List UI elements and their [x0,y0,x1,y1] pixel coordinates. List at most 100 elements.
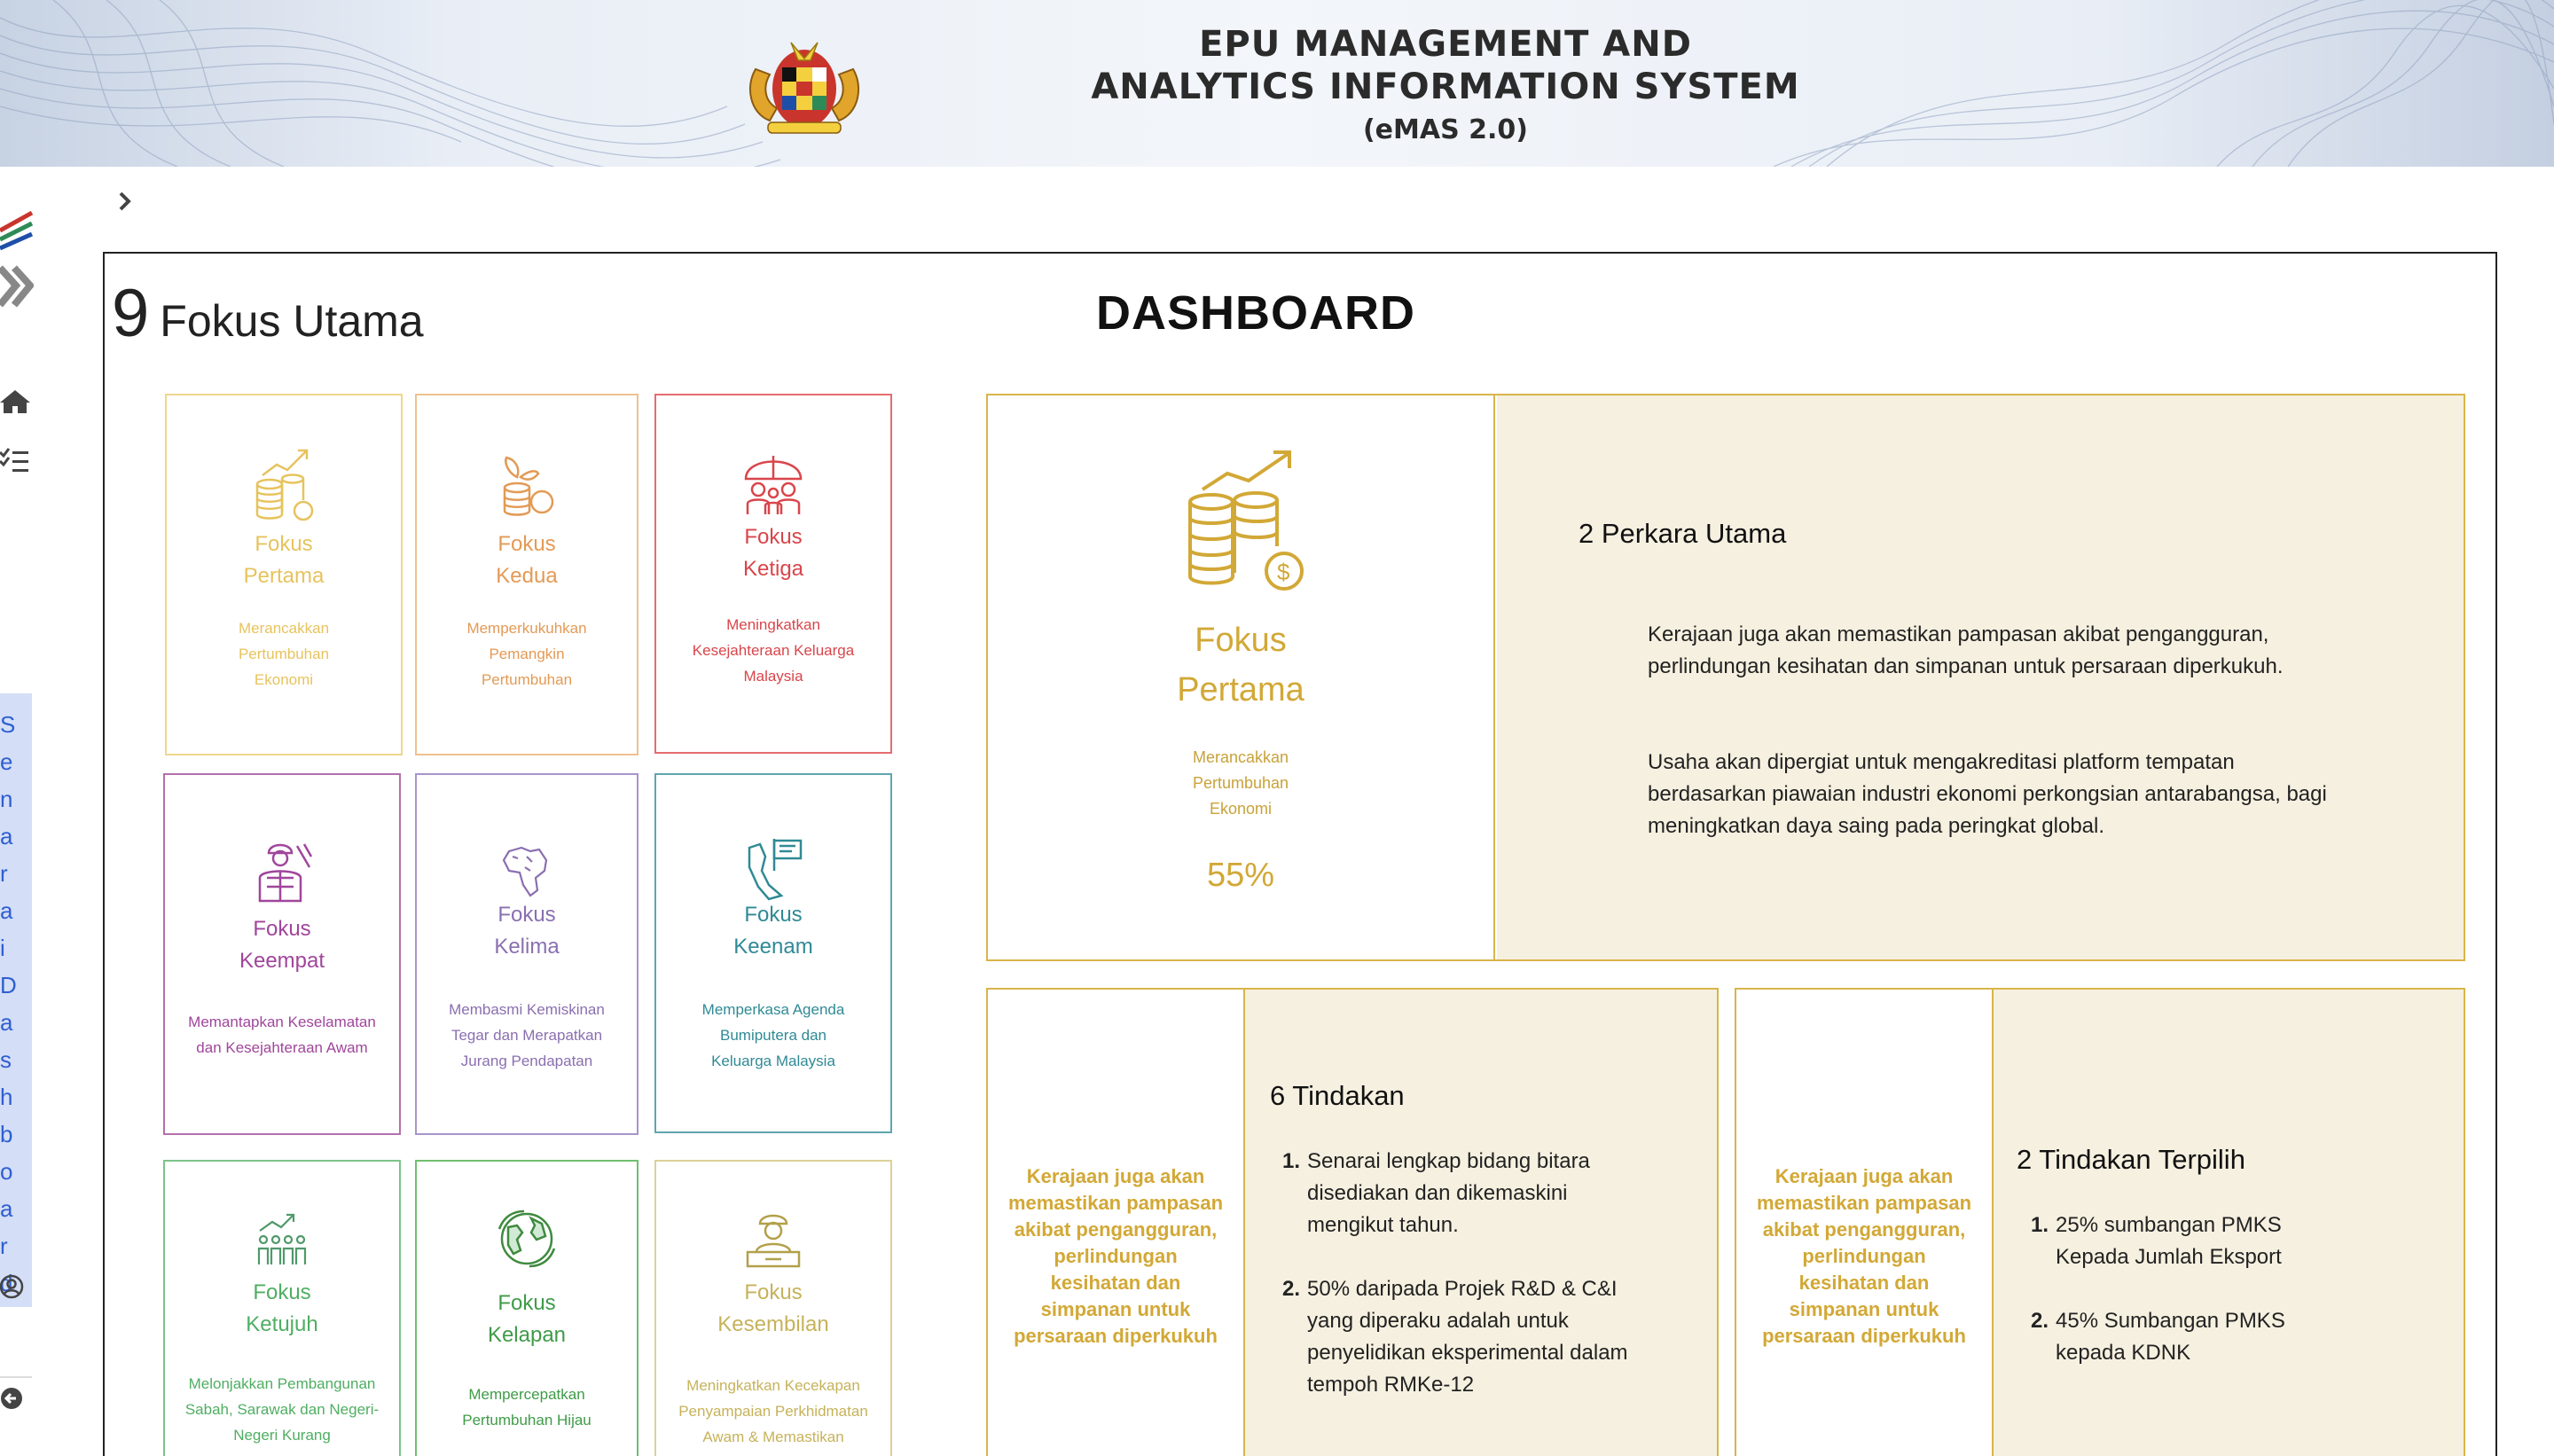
sidebar-vertical-char: h [0,1084,13,1110]
fokus-card-8-title: Fokus Kelapan [417,1288,637,1351]
malaysia-crest-logo [748,42,860,134]
fokus-card-7[interactable]: Fokus Ketujuh Melonjakkan Pembangunan Sa… [163,1160,401,1456]
fokus-card-1[interactable]: Fokus Pertama Merancakkan Pertumbuhan Ek… [165,394,403,755]
user-icon[interactable] [0,1273,27,1300]
fokus-card-8-desc: Mempercepatkan Pertumbuhan Hijau [462,1386,591,1429]
fokus-card-1-line2: Pertama [243,564,325,588]
tindakan-heading: 6 Tindakan [1270,1080,1405,1111]
list-item: 1. Senarai lengkap bidang bitara disediak… [1282,1146,1628,1241]
fokus-card-5-line2: Kelima [494,935,560,959]
fokus-card-5[interactable]: Fokus Kelima Membasmi Kemiskinan Tegar d… [415,773,638,1135]
sidebar-vertical-char: o [0,1158,13,1185]
header-banner: EPU MANAGEMENT AND ANALYTICS INFORMATION… [0,0,2554,167]
logout-icon[interactable] [0,1385,27,1412]
fokus-card-1-desc: Merancakkan Pertumbuhan Ekonomi [238,620,330,688]
map-flag-icon [748,839,803,901]
fokus-card-5-line1: Fokus [497,903,556,927]
soldier-icon [258,843,313,903]
sidebar-vertical-char: i [0,935,5,961]
banner-title-line1: EPU MANAGEMENT AND [1199,24,1692,65]
hero-progress-percent: 55% [1206,857,1275,894]
banner-title-line2: ANALYTICS INFORMATION SYSTEM [1091,67,1800,107]
fokus-card-9-title: Fokus Kesembilan [656,1277,890,1341]
money-plant-icon [503,456,554,516]
list-item-text: Senarai lengkap bidang bitara disediakan… [1307,1149,1590,1237]
perkara-paragraph-2: Usaha akan dipergiat untuk mengakreditas… [1648,750,2327,838]
fokus-card-9-line2: Kesembilan [717,1312,829,1336]
tindakan-side-note: Kerajaan juga akan memastikan pampasan a… [1007,1165,1224,1347]
home-icon[interactable] [0,388,30,415]
fokus-card-9-desc: Meningkatkan Kecekapan Penyampaian Perkh… [678,1377,868,1445]
sidebar-vertical-char: D [0,972,17,998]
fokus-card-8-line2: Kelapan [487,1323,567,1347]
banner-title-line3: (eMAS 2.0) [1362,114,1529,145]
africa-map-icon [502,846,548,897]
fokus-card-4[interactable]: Fokus Keempat Memantapkan Keselamatan da… [163,773,401,1135]
page-title-text: Fokus Utama [160,296,424,346]
chevron-right-icon[interactable] [112,188,138,215]
fokus-card-2-line1: Fokus [497,532,556,556]
fokus-card-9[interactable]: Fokus Kesembilan Meningkatkan Kecekapan … [654,1160,892,1456]
terpilih-divider [1992,988,1994,1456]
sidebar-vertical-char: a [0,823,13,849]
svg-text:$: $ [1277,559,1290,585]
tindakan-terpilih-heading: 2 Tindakan Terpilih [2017,1144,2245,1175]
list-item-number: 2. [1282,1277,1301,1301]
list-item-text: 45% Sumbangan PMKS kepada KDNK [2056,1309,2285,1365]
fokus-card-6-title: Fokus Keenam [656,899,890,963]
coins-growth-icon [255,449,314,521]
fokus-card-2-desc: Memperkukuhkan Pemangkin Pertumbuhan [466,620,587,688]
fokus-card-2[interactable]: Fokus Kedua Memperkukuhkan Pemangkin Per… [415,394,638,755]
sidebar-vertical-char: a [0,1195,13,1222]
hero-title-line2: Pertama [1177,671,1304,708]
hero-title-line1: Fokus [1195,622,1287,659]
fokus-card-1-title: Fokus Pertama [167,528,401,592]
fokus-card-3[interactable]: Fokus Ketiga Meningkatkan Kesejahteraan … [654,394,892,754]
fokus-card-3-line2: Ketiga [742,557,804,581]
fokus-card-7-line1: Fokus [253,1280,311,1304]
fokus-card-2-title: Fokus Kedua [417,528,637,592]
page-title: 9 Fokus Utama [112,275,424,352]
fokus-card-3-title: Fokus Ketiga [656,521,890,585]
fokus-card-6-line2: Keenam [733,935,813,959]
fokus-card-9-line1: Fokus [744,1280,803,1304]
fokus-card-6-line1: Fokus [744,903,803,927]
fokus-card-7-line2: Ketujuh [246,1312,318,1336]
hero-fokus-desc: Merancakkan Pertumbuhan Ekonomi [1192,748,1289,818]
fokus-card-4-desc: Memantapkan Keselamatan dan Kesejahteraa… [188,1014,376,1056]
fokus-card-5-desc: Membasmi Kemiskinan Tegar dan Merapatkan… [449,1001,605,1069]
list-item: 2. 50% daripada Projek R&D & C&I yang dip… [1282,1273,1628,1401]
perkara-paragraph-1: Kerajaan juga akan memastikan pampasan a… [1648,622,2284,678]
fokus-card-4-line1: Fokus [253,917,311,941]
sidebar-vertical-char: e [0,748,13,775]
fokus-card-3-desc: Meningkatkan Kesejahteraan Keluarga Mala… [692,616,855,685]
sidebar-vertical-char: n [0,786,13,812]
sidebar-vertical-char: S [0,711,16,738]
sidebar-vertical-tab[interactable]: S e n a r a i D a s h b o a r d [0,693,32,1307]
fokus-card-2-line2: Kedua [496,564,558,588]
fokus-card-8[interactable]: Fokus Kelapan Mempercepatkan Pertumbuhan… [415,1160,638,1456]
sidebar-vertical-char: s [0,1046,12,1073]
coins-growth-icon: $ [1188,450,1304,591]
tindakan-divider [1243,988,1245,1456]
list-item-number: 1. [2031,1213,2049,1237]
sidebar-vertical-char: a [0,897,13,924]
banner-title: EPU MANAGEMENT AND ANALYTICS INFORMATION… [1082,23,1809,153]
tindakan-list: 1. Senarai lengkap bidang bitara disediak… [1282,1146,1628,1433]
fokus-card-1-line1: Fokus [255,532,313,556]
logo-icon[interactable] [0,206,34,312]
list-item-number: 1. [1282,1149,1301,1173]
list-item-text: 50% daripada Projek R&D & C&I yang diper… [1307,1277,1628,1397]
fokus-count: 9 [112,276,150,351]
sidebar-vertical-char: r [0,860,8,887]
fokus-card-6[interactable]: Fokus Keenam Memperkasa Agenda Bumiputer… [654,773,892,1133]
fokus-card-8-line1: Fokus [497,1291,556,1315]
sidebar-vertical-char: b [0,1121,13,1147]
dashboard-heading: DASHBOARD [1096,286,1415,340]
tindakan-terpilih-list: 1. 25% sumbangan PMKS Kepada Jumlah Ekspo… [2031,1209,2350,1401]
list-item-text: 25% sumbangan PMKS Kepada Jumlah Eksport [2056,1213,2282,1269]
checklist-icon[interactable] [0,447,30,474]
list-item: 1. 25% sumbangan PMKS Kepada Jumlah Ekspo… [2031,1209,2350,1273]
fokus-card-7-title: Fokus Ketujuh [165,1277,399,1341]
fokus-card-7-desc: Melonjakkan Pembangunan Sabah, Sarawak d… [184,1375,380,1444]
